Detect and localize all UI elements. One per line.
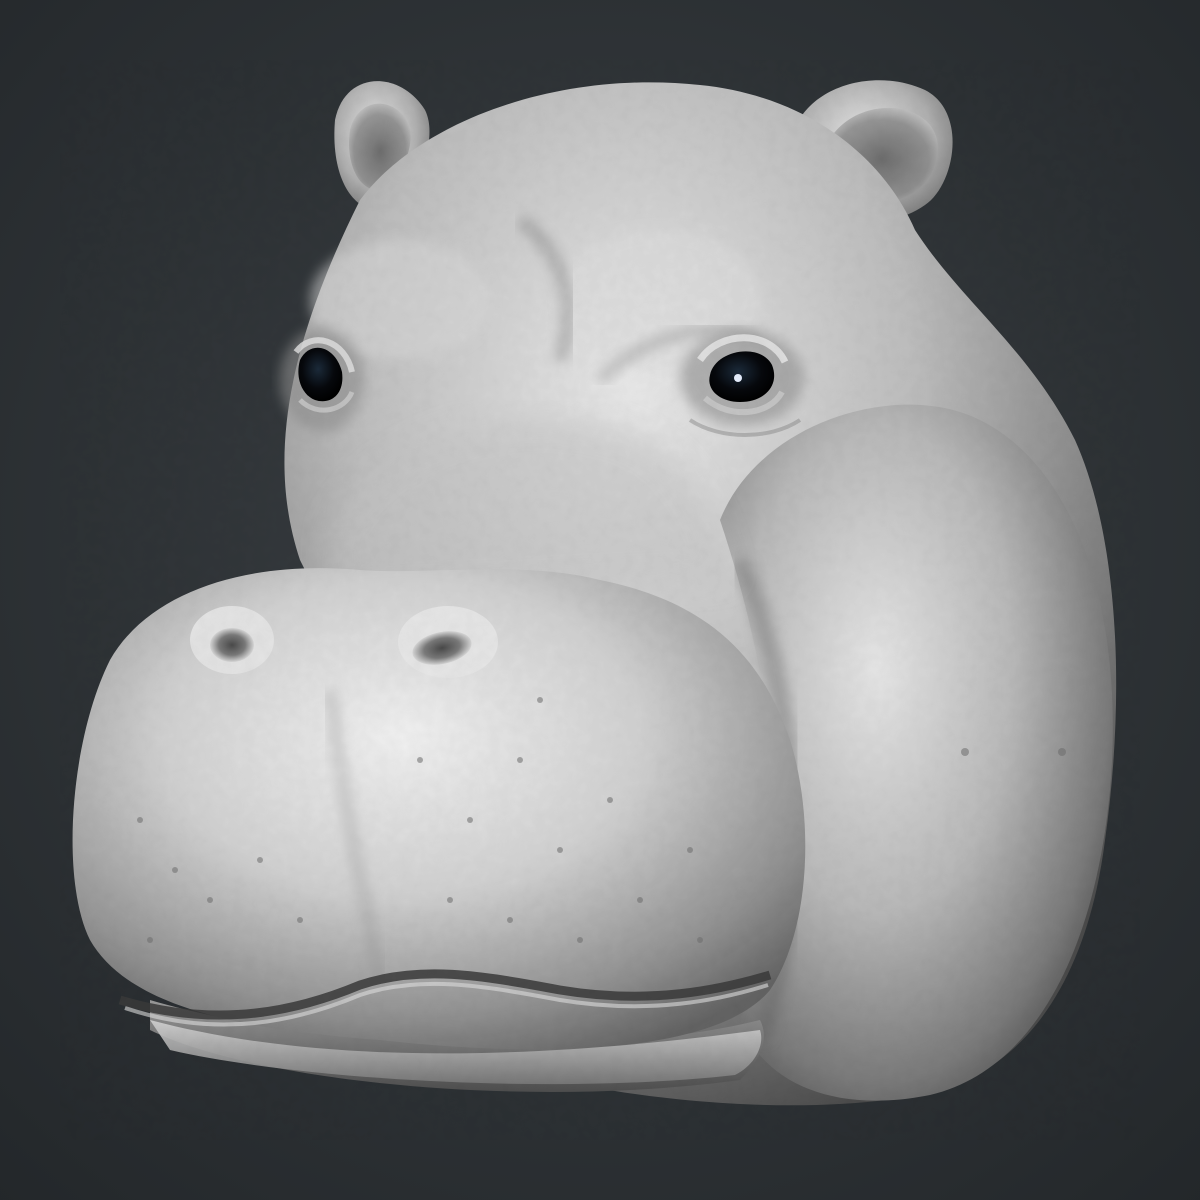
hippo-sculpt-render: [0, 0, 1200, 1200]
sculpt-viewport: [0, 0, 1200, 1200]
hippo-head: [60, 60, 1140, 1140]
